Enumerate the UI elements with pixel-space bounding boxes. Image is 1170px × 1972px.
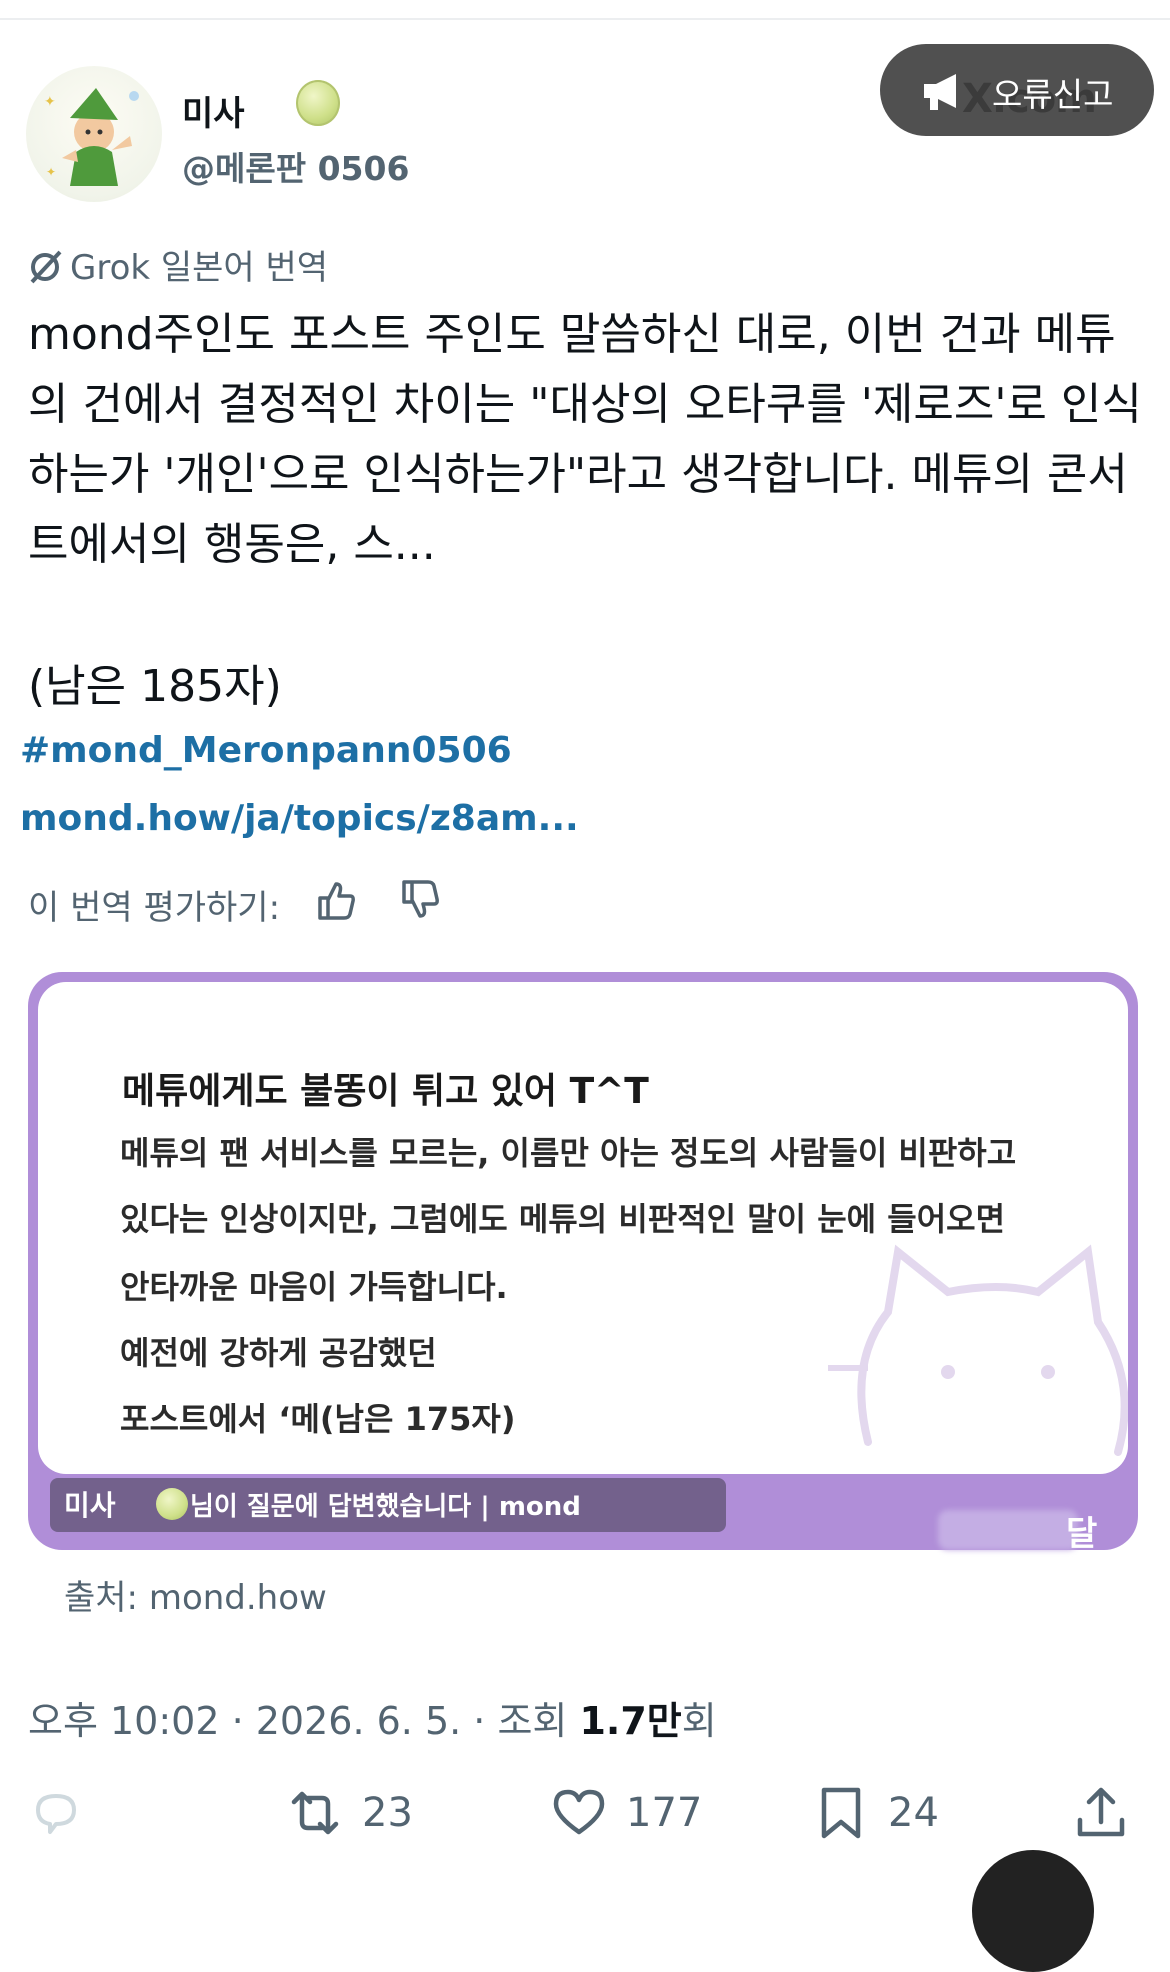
external-link[interactable]: mond.how/ja/topics/z8am... bbox=[20, 798, 579, 839]
bookmark-count: 24 bbox=[888, 1790, 939, 1836]
image-source[interactable]: 출처: mond.how bbox=[64, 1570, 327, 1619]
remaining-chars: (남은 185자) bbox=[28, 661, 282, 712]
grok-icon bbox=[30, 250, 62, 284]
card-corner-text: 달 bbox=[1066, 1514, 1098, 1554]
card-content: 메튜에게도 불똥이 튀고 있어 T^T 메튜의 팬 서비스를 모르는, 이름만 … bbox=[38, 982, 1128, 1474]
share-button[interactable] bbox=[1072, 1784, 1132, 1844]
post-body: mond주인도 포스트 주인도 말씀하신 대로, 이번 건과 메튜의 건에서 결… bbox=[28, 309, 1142, 570]
card-line: 포스트에서 ‘메(남은 175자) bbox=[120, 1400, 516, 1438]
card-line: 있다는 인상이지만, 그럼에도 메튜의 비판적인 말이 눈에 들어오면 bbox=[120, 1200, 1006, 1238]
card-line: 예전에 강하게 공감했던 bbox=[120, 1334, 437, 1372]
rate-translation-label: 이 번역 평가하기: bbox=[28, 888, 281, 928]
svg-text:✦: ✦ bbox=[46, 165, 56, 179]
grok-badge-label: Grok 일본어 번역 bbox=[70, 248, 329, 288]
retweet-count: 23 bbox=[362, 1790, 413, 1836]
floating-action-button[interactable] bbox=[972, 1850, 1094, 1972]
card-footer-name: 미사 bbox=[64, 1489, 116, 1522]
top-divider bbox=[0, 18, 1170, 20]
retweet-icon bbox=[291, 1791, 339, 1835]
heart-icon bbox=[553, 1789, 605, 1835]
hashtag-link[interactable]: #mond_Meronpann0506 bbox=[20, 730, 512, 771]
embedded-image-card[interactable]: 메튜에게도 불똥이 튀고 있어 T^T 메튜의 팬 서비스를 모르는, 이름만 … bbox=[28, 972, 1138, 1554]
avatar[interactable]: ✦ ✦ bbox=[26, 66, 162, 202]
report-label: 오류신고 bbox=[992, 75, 1114, 114]
megaphone-icon bbox=[924, 74, 956, 110]
svg-text:✦: ✦ bbox=[44, 94, 56, 110]
author-handle[interactable]: @메론판 0506 bbox=[182, 142, 409, 190]
blurred-area bbox=[938, 1510, 1078, 1550]
bookmark-icon bbox=[821, 1787, 861, 1839]
bookmark-button[interactable]: 24 bbox=[812, 1784, 962, 1844]
reply-button[interactable] bbox=[28, 1784, 88, 1844]
like-button[interactable]: 177 bbox=[550, 1784, 720, 1844]
post-meta: 오후 10:02 · 2026. 6. 5. · 조회 1.7만회 bbox=[28, 1690, 717, 1745]
like-count: 177 bbox=[626, 1790, 703, 1836]
card-line: 메튜의 팬 서비스를 모르는, 이름만 아는 정도의 사람들이 비판하고 bbox=[120, 1134, 1017, 1172]
card-footer-text: 님이 질문에 답변했습니다 | mond bbox=[190, 1492, 581, 1522]
view-count: 1.7만 bbox=[579, 1699, 682, 1743]
reply-icon bbox=[36, 1794, 76, 1834]
card-line: 안타까운 마음이 가득합니다. bbox=[120, 1268, 508, 1306]
melon-emoji-icon bbox=[156, 1488, 188, 1520]
view-suffix: 회 bbox=[681, 1699, 717, 1743]
melon-emoji-icon bbox=[296, 80, 340, 126]
thumbs-down-icon[interactable] bbox=[398, 878, 442, 922]
share-icon bbox=[1077, 1787, 1125, 1837]
cat-doodle-icon bbox=[828, 1244, 1128, 1456]
thumbs-up-icon[interactable] bbox=[314, 878, 358, 922]
post-timestamp: 오후 10:02 · 2026. 6. 5. · 조회 bbox=[28, 1699, 580, 1743]
report-button[interactable]: X.com 오류신고 bbox=[880, 44, 1154, 136]
grok-translation-badge: Grok 일본어 번역 bbox=[26, 240, 328, 289]
author-name[interactable]: 미사 bbox=[182, 86, 245, 135]
retweet-button[interactable]: 23 bbox=[286, 1784, 446, 1844]
card-title: 메튜에게도 불똥이 튀고 있어 T^T bbox=[122, 1071, 649, 1112]
